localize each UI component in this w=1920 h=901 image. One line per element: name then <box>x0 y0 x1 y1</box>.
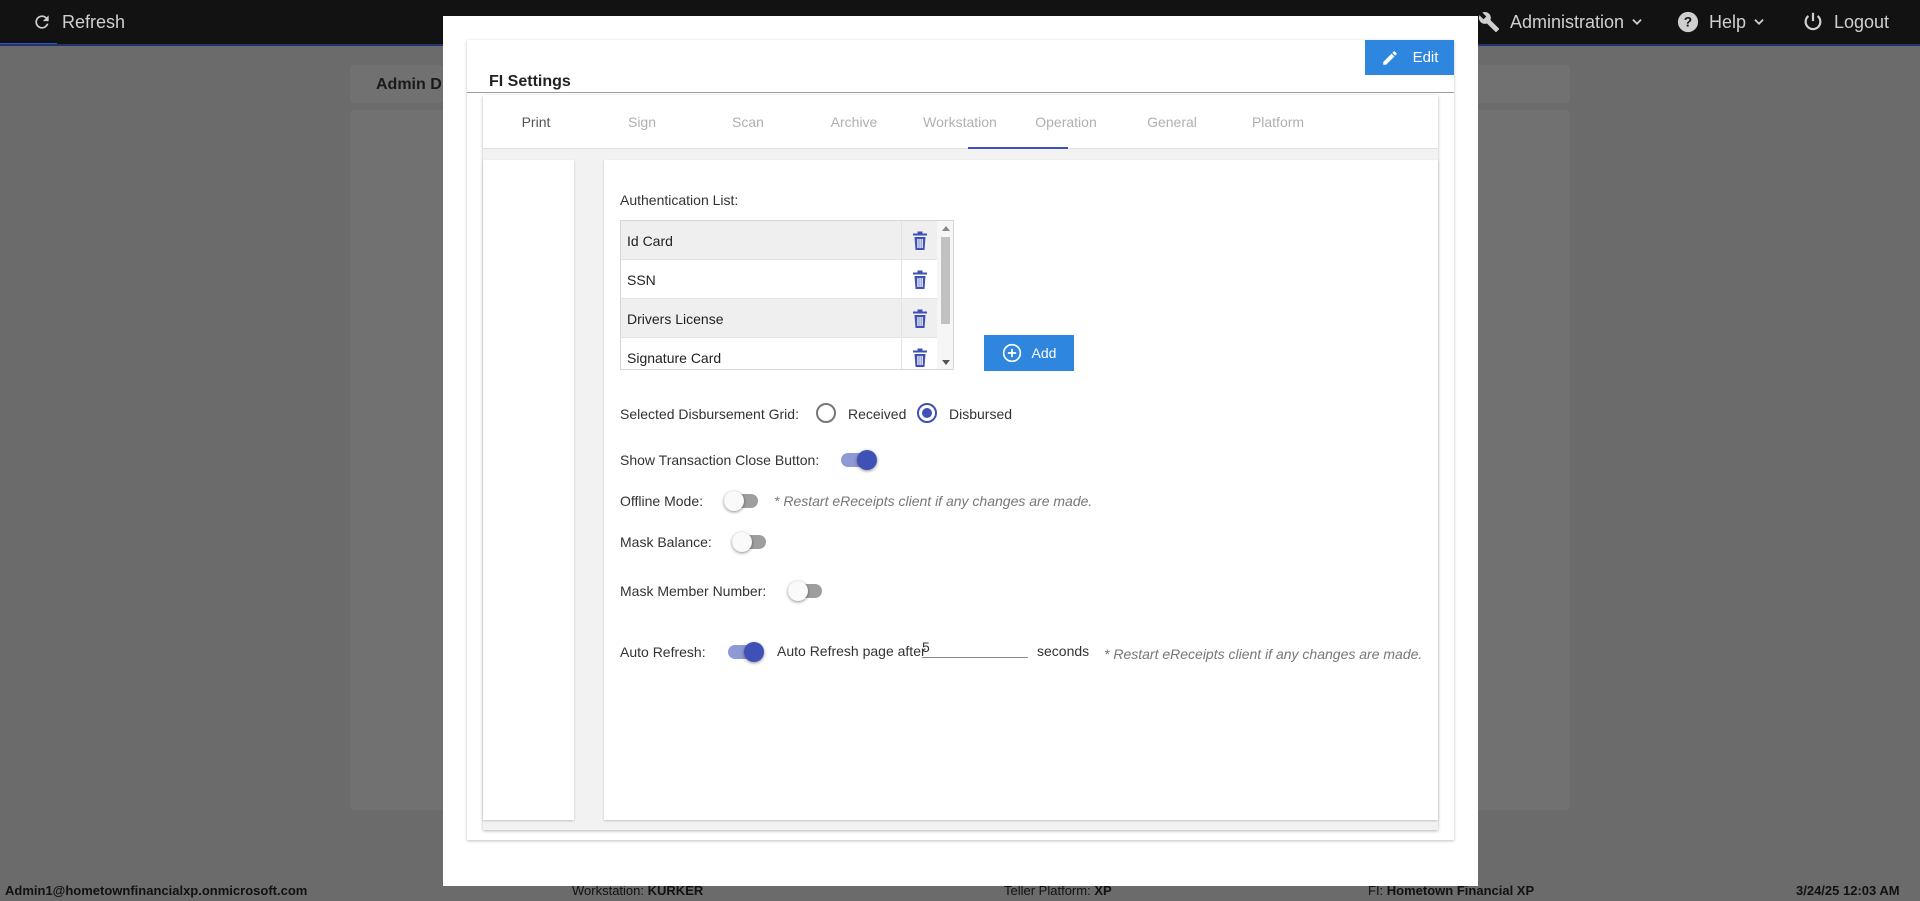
background-page-title: Admin D <box>376 76 442 93</box>
active-tab-indicator <box>968 147 1068 149</box>
tab-scan[interactable]: Scan <box>695 95 801 149</box>
add-label: Add <box>1031 345 1057 361</box>
show-close-button-toggle[interactable] <box>841 450 877 470</box>
trash-icon <box>912 231 927 250</box>
power-icon <box>1804 12 1822 31</box>
scroll-up-arrow[interactable] <box>942 226 950 231</box>
scroll-down-arrow[interactable] <box>942 360 950 365</box>
auth-list-label: Authentication List: <box>620 192 739 208</box>
received-radio[interactable] <box>816 403 836 423</box>
auto-refresh-label: Auto Refresh: <box>620 644 706 660</box>
help-label: Help <box>1709 11 1747 32</box>
edit-button[interactable]: Edit <box>1365 40 1454 75</box>
offline-mode-label: Offline Mode: <box>620 493 704 509</box>
wrench-icon <box>1478 12 1500 33</box>
tab-general[interactable]: General <box>1119 95 1225 149</box>
auth-item-name: Drivers License <box>627 311 724 327</box>
help-icon: ? <box>1677 11 1699 33</box>
refresh-button[interactable]: Refresh <box>32 0 125 44</box>
title-divider <box>467 92 1454 93</box>
operation-settings-content: Authentication List: Id Card SSN Drivers… <box>604 160 1438 820</box>
authentication-list[interactable]: Id Card SSN Drivers License Signature Ca… <box>620 220 954 370</box>
show-close-button-label: Show Transaction Close Button: <box>620 452 820 468</box>
disbursed-radio[interactable] <box>917 403 937 423</box>
tab-workstation[interactable]: Workstation <box>907 95 1013 149</box>
svg-text:?: ? <box>1684 15 1692 30</box>
auto-refresh-restart-note: * Restart eReceipts client if any change… <box>1104 646 1423 662</box>
mask-balance-toggle[interactable] <box>732 532 768 552</box>
list-item[interactable]: Id Card <box>621 221 937 260</box>
tab-print[interactable]: Print <box>483 95 589 149</box>
scrollbar-thumb[interactable] <box>941 237 950 324</box>
auto-refresh-toggle[interactable] <box>728 642 764 662</box>
add-circle-icon <box>1002 343 1021 363</box>
tab-sign[interactable]: Sign <box>589 95 695 149</box>
refresh-icon <box>35 15 49 29</box>
tab-archive[interactable]: Archive <box>801 95 907 149</box>
logout-button[interactable]: Logout <box>1802 0 1889 44</box>
list-item[interactable]: Signature Card <box>621 338 937 369</box>
auth-item-name: Signature Card <box>627 350 722 366</box>
administration-label: Administration <box>1510 11 1625 32</box>
mask-member-number-toggle[interactable] <box>788 581 824 601</box>
offline-restart-note: * Restart eReceipts client if any change… <box>774 493 1093 509</box>
received-option-label: Received <box>848 406 907 422</box>
seconds-label: seconds <box>1037 643 1090 659</box>
delete-auth-item-button[interactable] <box>901 221 937 260</box>
auth-item-name: Id Card <box>627 233 673 249</box>
tab-operation[interactable]: Operation <box>1013 95 1119 149</box>
footer-datetime: 3/24/25 12:03 AM <box>1796 883 1900 898</box>
trash-icon <box>912 309 927 328</box>
list-item[interactable]: SSN <box>621 260 937 299</box>
modal-title: FI Settings <box>489 73 571 90</box>
refresh-label: Refresh <box>62 11 126 32</box>
auth-list-scrollbar[interactable] <box>937 221 953 369</box>
delete-auth-item-button[interactable] <box>901 338 937 369</box>
disbursement-grid-label: Selected Disbursement Grid: <box>620 406 799 422</box>
tab-platform[interactable]: Platform <box>1225 95 1331 149</box>
delete-auth-item-button[interactable] <box>901 299 937 338</box>
chevron-down-icon <box>1632 19 1642 25</box>
mask-member-number-label: Mask Member Number: <box>620 583 767 599</box>
left-nav-column <box>483 160 574 820</box>
add-auth-item-button[interactable]: Add <box>984 335 1074 371</box>
auto-refresh-seconds-input[interactable] <box>922 636 1028 658</box>
pencil-icon <box>1382 50 1397 65</box>
administration-menu[interactable]: Administration <box>1478 0 1644 44</box>
auto-refresh-after-label: Auto Refresh page after <box>777 643 926 659</box>
chevron-down-icon <box>1754 19 1764 25</box>
delete-auth-item-button[interactable] <box>901 260 937 299</box>
settings-tabs: Print Sign Scan Archive Workstation Oper… <box>483 95 1438 149</box>
logout-label: Logout <box>1834 11 1890 32</box>
auth-item-name: SSN <box>627 272 656 288</box>
disbursed-option-label: Disbursed <box>949 406 1013 422</box>
trash-icon <box>912 270 927 289</box>
settings-panel: Print Sign Scan Archive Workstation Oper… <box>483 95 1438 830</box>
trash-icon <box>912 348 927 367</box>
mask-balance-label: Mask Balance: <box>620 534 712 550</box>
fi-settings-modal: FI Settings Edit Print Sign Scan Archive… <box>443 16 1478 886</box>
edit-label: Edit <box>1412 49 1439 66</box>
help-menu[interactable]: ? Help <box>1677 0 1766 44</box>
footer-user: Admin1@hometownfinancialxp.onmicrosoft.c… <box>5 883 308 898</box>
offline-mode-toggle[interactable] <box>724 491 760 511</box>
list-item[interactable]: Drivers License <box>621 299 937 338</box>
